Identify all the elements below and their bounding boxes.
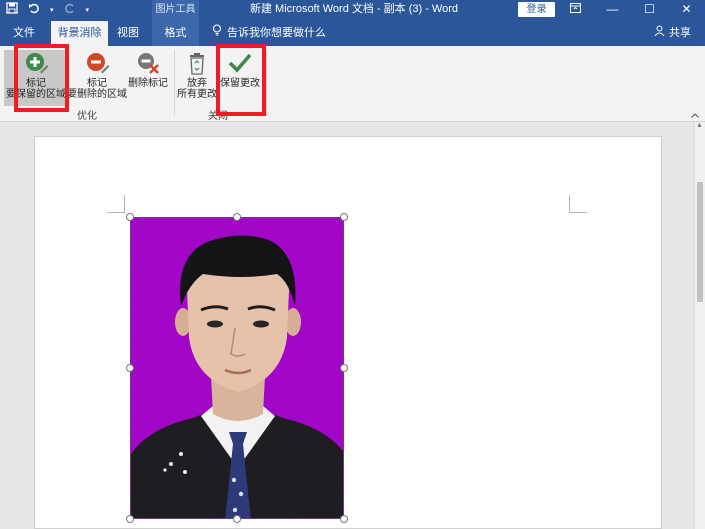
resize-handle-bottom-right[interactable] [340,515,348,523]
vertical-scrollbar[interactable]: ▲ [694,122,705,529]
document-page[interactable] [34,136,662,529]
group-label-refine: 优化 [77,111,97,122]
mark-remove-line2: 要删除的区域 [67,89,127,100]
undo-icon[interactable] [28,2,40,19]
redo-icon[interactable] [64,2,76,19]
resize-handle-left[interactable] [126,364,134,372]
resize-handle-top-right[interactable] [340,213,348,221]
resize-handle-bottom-left[interactable] [126,515,134,523]
discard-line2: 所有更改 [177,89,217,100]
tell-me-search[interactable]: 告诉我你想要做什么 [212,21,326,46]
share-label: 共享 [669,27,691,39]
share-button[interactable]: 共享 [654,21,691,46]
login-button[interactable]: 登录 [518,2,555,17]
selected-picture[interactable] [130,217,344,519]
ribbon-display-options-icon[interactable] [557,0,594,21]
group-separator [174,50,175,116]
tab-view[interactable]: 视图 [110,21,146,46]
highlight-box-keep-changes [216,44,266,116]
customize-qat-icon[interactable]: ▾ [86,2,90,19]
ribbon-tab-bar: 文件 背景消除 视图 格式 告诉我你想要做什么 共享 [0,21,705,46]
mark-areas-to-remove-button[interactable]: 标记 要删除的区域 [66,50,128,100]
tab-background-removal[interactable]: 背景消除 [51,21,108,46]
window-title: 新建 Microsoft Word 文档 - 副本 (3) - Word [250,3,459,15]
minimize-icon[interactable]: — [594,0,631,21]
recycle-bin-icon [190,53,204,75]
close-icon[interactable]: ✕ [668,0,705,21]
resize-handle-bottom[interactable] [233,515,241,523]
minus-pencil-icon [87,53,110,74]
mark-remove-line1: 标记 [87,78,107,89]
resize-handle-top-left[interactable] [126,213,134,221]
quick-access-toolbar: ▾ ▾ [6,2,89,19]
resize-handle-top[interactable] [233,213,241,221]
delete-mark-button[interactable]: 删除标记 [126,50,170,89]
margin-mark-top-right [569,195,587,213]
picture-tools-context-label: 图片工具 [152,0,199,21]
maximize-icon[interactable]: ☐ [631,0,668,21]
tab-format[interactable]: 格式 [152,21,199,46]
person-icon [654,21,665,46]
title-bar: ▾ ▾ 图片工具 新建 Microsoft Word 文档 - 副本 (3) -… [0,0,705,21]
discard-all-changes-button[interactable]: 放弃 所有更改 [176,50,218,100]
lightbulb-icon [212,21,222,46]
undo-dropdown-icon[interactable]: ▾ [50,2,54,19]
resize-handle-right[interactable] [340,364,348,372]
document-area [0,122,694,529]
tab-file[interactable]: 文件 [4,21,44,46]
scroll-up-icon[interactable]: ▲ [696,122,703,129]
save-icon[interactable] [6,2,18,19]
window-controls: — ☐ ✕ [557,0,705,21]
portrait-photo [131,218,343,518]
scrollbar-thumb[interactable] [697,182,703,302]
group-separator [266,50,267,116]
delete-mark-icon [138,53,159,74]
delete-mark-label: 删除标记 [128,78,168,89]
tell-me-label: 告诉我你想要做什么 [227,27,326,39]
discard-line1: 放弃 [187,78,207,89]
margin-mark-top-left [107,195,125,213]
collapse-ribbon-icon[interactable] [691,110,699,120]
highlight-box-mark-keep [14,44,69,112]
ribbon-background-removal: 标记 要保留的区域 标记 要删除的区域 删除标记 放弃 所有更改 保留更改 优化… [0,44,705,122]
